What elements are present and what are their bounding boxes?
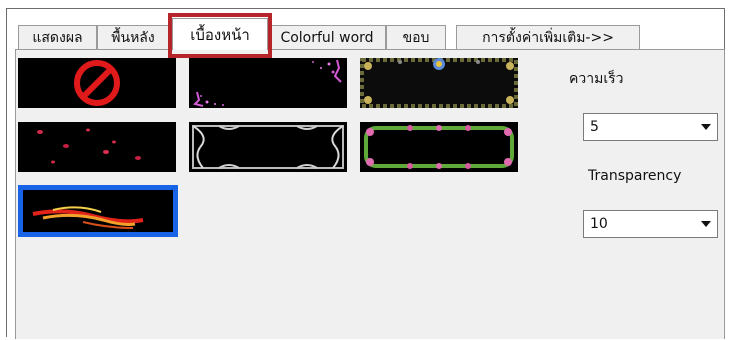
prohibited-sign-effect-thumbnail[interactable] bbox=[18, 58, 176, 108]
pink-sparkle-effect-thumbnail[interactable] bbox=[189, 58, 347, 108]
tab-display[interactable]: แสดงผล bbox=[18, 25, 97, 49]
fire-streak-icon bbox=[32, 206, 144, 229]
prohibited-sign-icon bbox=[74, 60, 120, 106]
transparency-select[interactable]: 10 bbox=[583, 210, 718, 238]
tab-border[interactable]: ขอบ bbox=[386, 25, 446, 49]
pink-flower-frame-effect-thumbnail[interactable] bbox=[360, 122, 518, 172]
tab-content-panel: ความเร็ว 5 Transparency 10 bbox=[15, 49, 725, 339]
chevron-down-icon bbox=[701, 124, 711, 130]
flower-frame-effect-thumbnail[interactable] bbox=[360, 58, 518, 108]
chevron-down-icon bbox=[701, 221, 711, 227]
silver-ornament-frame-effect-thumbnail[interactable] bbox=[189, 122, 347, 172]
silver-ornament-frame-icon bbox=[192, 125, 344, 169]
speed-label: ความเร็ว bbox=[569, 71, 624, 87]
transparency-label: Transparency bbox=[588, 168, 682, 184]
tab-foreground[interactable]: เบื้องหน้า bbox=[172, 18, 268, 50]
effects-dialog: แสดงผล พื้นหลัง เบื้องหน้า Colorful word… bbox=[0, 0, 729, 340]
tab-colorful-word[interactable]: Colorful word bbox=[268, 25, 386, 49]
red-petals-icon bbox=[37, 128, 141, 164]
speed-select[interactable]: 5 bbox=[583, 113, 718, 141]
flower-frame-icon bbox=[360, 58, 518, 108]
tab-more-settings[interactable]: การตั้งค่าเพิ่มเติม->> bbox=[456, 25, 640, 49]
red-petals-effect-thumbnail[interactable] bbox=[18, 122, 176, 172]
pink-flower-frame-icon bbox=[364, 125, 514, 169]
tab-background[interactable]: พื้นหลัง bbox=[97, 25, 169, 49]
speed-value: 5 bbox=[590, 119, 599, 135]
transparency-value: 10 bbox=[590, 216, 608, 232]
fire-streak-effect-thumbnail[interactable] bbox=[18, 185, 178, 237]
pink-sparkle-icon bbox=[193, 59, 342, 107]
